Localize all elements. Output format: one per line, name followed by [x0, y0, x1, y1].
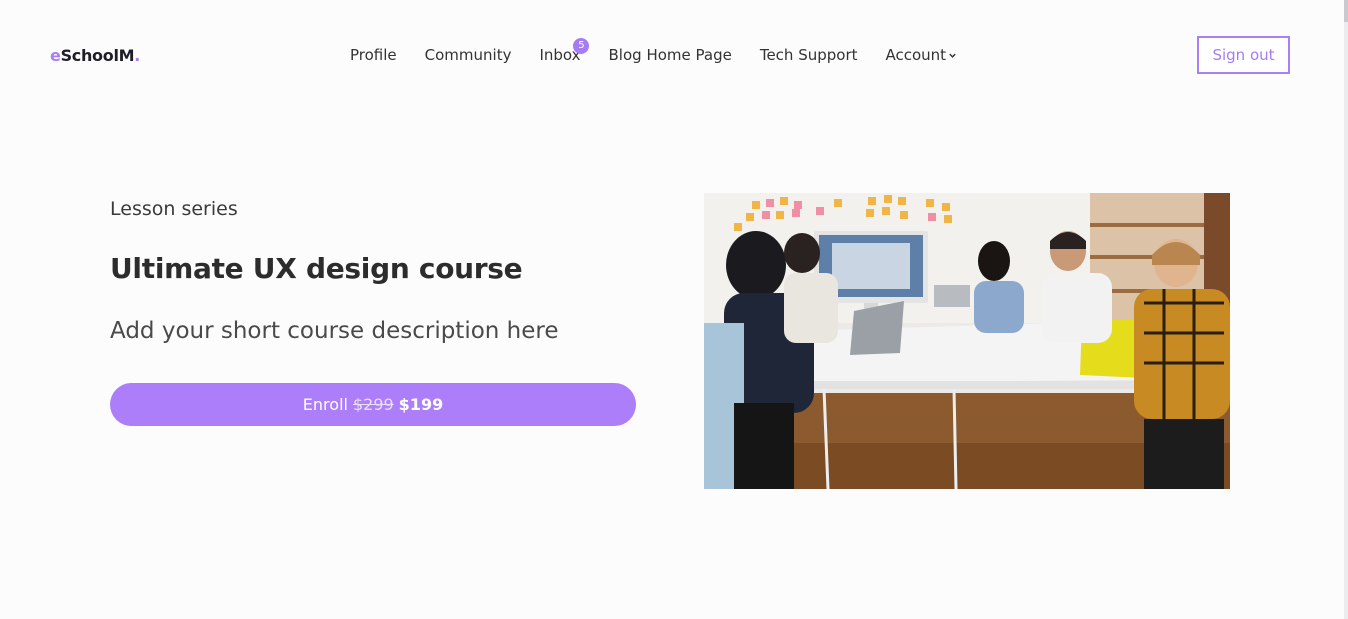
page-scrollbar[interactable]: [1344, 0, 1348, 619]
course-hero-image: [704, 193, 1230, 489]
course-title: Ultimate UX design course: [110, 252, 523, 285]
sign-out-button[interactable]: Sign out: [1197, 36, 1290, 74]
page-scrollbar-thumb[interactable]: [1344, 0, 1348, 22]
course-description: Add your short course description here: [110, 318, 559, 344]
nav-item-tech-support[interactable]: Tech Support: [760, 46, 858, 64]
inbox-count-badge: 5: [573, 38, 590, 54]
nav-item-account[interactable]: Account: [886, 46, 958, 64]
main-nav: Profile Community Inbox 5 Blog Home Page…: [350, 38, 958, 64]
nav-item-account-label: Account: [885, 46, 947, 64]
nav-item-profile[interactable]: Profile: [350, 46, 397, 64]
brand-logo[interactable]: eSchoolM.: [50, 46, 140, 65]
enroll-button[interactable]: Enroll $299 $199: [110, 383, 636, 426]
logo-name: SchoolM: [60, 46, 135, 65]
enroll-label: Enroll: [302, 395, 348, 414]
nav-item-blog-home-page[interactable]: Blog Home Page: [609, 46, 732, 64]
logo-accent-suffix: .: [134, 46, 141, 65]
nav-item-community[interactable]: Community: [425, 46, 512, 64]
old-price: $299: [352, 395, 394, 414]
new-price: $199: [398, 395, 444, 414]
chevron-down-icon: [949, 53, 956, 58]
nav-item-inbox[interactable]: Inbox 5: [539, 38, 590, 64]
lesson-series-label: Lesson series: [110, 198, 238, 220]
team-meeting-photo: [704, 193, 1230, 489]
logo-accent-prefix: e: [50, 46, 61, 65]
